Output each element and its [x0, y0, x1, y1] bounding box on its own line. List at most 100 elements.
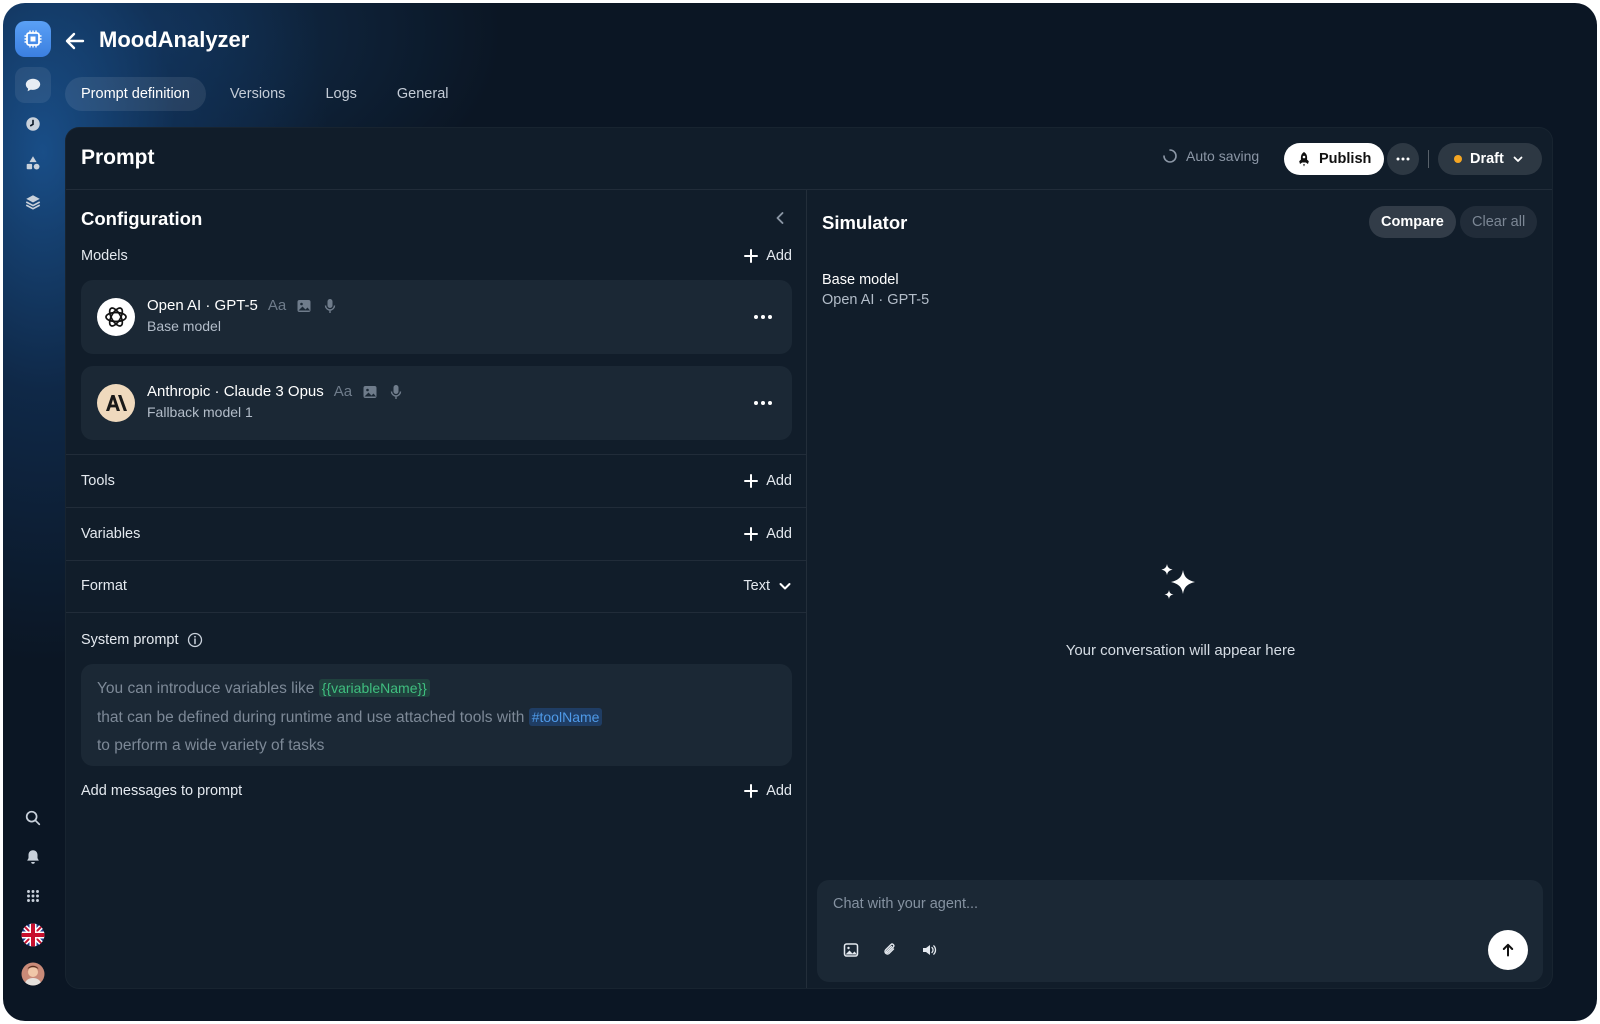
- add-message-button[interactable]: Add: [744, 783, 792, 799]
- image-upload-icon[interactable]: [841, 940, 861, 960]
- image-capability-icon: [363, 385, 377, 398]
- plus-icon: [744, 249, 759, 263]
- chat-input[interactable]: [833, 896, 1473, 912]
- model-card-openai[interactable]: Open AI · GPT-5 Aa Base model: [81, 280, 792, 354]
- openai-logo-icon: [97, 298, 135, 336]
- panel-title: Prompt: [81, 146, 155, 169]
- publish-button[interactable]: Publish: [1284, 143, 1385, 175]
- chevron-down-icon: [1513, 156, 1523, 162]
- prompt-text: that can be defined during runtime and u…: [97, 709, 525, 726]
- format-dropdown[interactable]: Text: [743, 578, 792, 594]
- model-card-anthropic[interactable]: Anthropic · Claude 3 Opus Aa Fallback mo…: [81, 366, 792, 440]
- more-options-button[interactable]: [1387, 143, 1419, 175]
- autosave-status: Auto saving: [1162, 148, 1259, 164]
- add-message-label: Add: [766, 783, 792, 799]
- simulator-section: Simulator Compare Clear all Base model O…: [807, 190, 1552, 988]
- section-divider: [66, 507, 806, 508]
- plus-icon: [744, 527, 759, 541]
- model-name: Open AI · GPT-5: [147, 297, 258, 314]
- system-prompt-header: System prompt: [81, 632, 203, 648]
- text-capability-icon: Aa: [267, 297, 287, 314]
- clock-icon[interactable]: [15, 106, 51, 142]
- tool-chip[interactable]: #toolName: [528, 708, 603, 726]
- model-name-row: Open AI · GPT-5 Aa: [147, 297, 338, 314]
- base-model-label: Base model: [822, 272, 899, 288]
- empty-state-text: Your conversation will appear here: [1065, 642, 1296, 659]
- tab-logs[interactable]: Logs: [309, 77, 372, 111]
- collapse-chevron-icon[interactable]: [770, 208, 790, 228]
- prompt-panel: Prompt Auto saving Publish Draft Configu…: [65, 127, 1553, 989]
- variable-chip[interactable]: {{variableName}}: [318, 679, 430, 697]
- send-button[interactable]: [1488, 930, 1528, 970]
- base-model-value: Open AI · GPT-5: [822, 292, 930, 308]
- section-divider: [66, 454, 806, 455]
- prompt-line: to perform a wide variety of tasks: [97, 737, 325, 754]
- left-rail: [3, 3, 63, 1021]
- prompt-line: that can be defined during runtime and u…: [97, 703, 776, 732]
- plus-icon: [744, 474, 759, 488]
- variables-label: Variables: [81, 526, 141, 542]
- add-tool-button[interactable]: Add: [744, 473, 792, 489]
- tools-label: Tools: [81, 473, 115, 489]
- model-options-icon[interactable]: [752, 308, 774, 326]
- tab-versions[interactable]: Versions: [214, 77, 302, 111]
- app-logo-icon[interactable]: [15, 21, 51, 57]
- tab-bar: Prompt definition Versions Logs General: [65, 77, 464, 111]
- status-dot: [1454, 155, 1462, 163]
- uk-flag-icon[interactable]: [15, 917, 51, 953]
- tab-prompt-definition[interactable]: Prompt definition: [65, 77, 206, 111]
- add-messages-label: Add messages to prompt: [81, 783, 243, 799]
- tab-general[interactable]: General: [381, 77, 465, 111]
- rocket-icon: [1299, 152, 1309, 167]
- anthropic-logo-icon: [97, 384, 135, 422]
- model-name-row: Anthropic · Claude 3 Opus Aa: [147, 383, 404, 400]
- speaker-icon[interactable]: [919, 940, 939, 960]
- chat-icon[interactable]: [15, 67, 51, 103]
- system-prompt-editor[interactable]: You can introduce variables like {{varia…: [81, 664, 792, 766]
- section-divider: [66, 612, 806, 613]
- add-variable-label: Add: [766, 526, 792, 542]
- search-icon[interactable]: [15, 800, 51, 836]
- mic-capability-icon: [325, 298, 336, 313]
- model-role: Fallback model 1: [147, 404, 253, 420]
- format-label: Format: [81, 578, 127, 594]
- header-separator: [1428, 150, 1429, 168]
- model-name: Anthropic · Claude 3 Opus: [147, 383, 324, 400]
- app-title: MoodAnalyzer: [99, 27, 250, 52]
- status-label: Draft: [1470, 151, 1504, 167]
- apps-grid-icon[interactable]: [15, 878, 51, 914]
- mic-capability-icon: [390, 384, 402, 399]
- sparkles-icon: [1161, 564, 1195, 599]
- image-capability-icon: [297, 299, 311, 312]
- chat-composer: [817, 880, 1543, 982]
- add-model-label: Add: [766, 248, 792, 264]
- panel-header: Prompt Auto saving Publish Draft: [66, 128, 1552, 190]
- publish-label: Publish: [1319, 151, 1372, 167]
- model-options-icon[interactable]: [752, 394, 774, 412]
- bell-icon[interactable]: [15, 839, 51, 875]
- prompt-line: You can introduce variables like {{varia…: [97, 674, 776, 703]
- layers-icon[interactable]: [15, 184, 51, 220]
- system-prompt-label: System prompt: [81, 632, 179, 648]
- ellipsis-icon: [1396, 157, 1410, 161]
- configuration-section: Configuration Models Add Open AI · GPT-5: [66, 190, 806, 988]
- models-label: Models: [81, 248, 128, 264]
- compare-button[interactable]: Compare: [1369, 206, 1456, 238]
- text-capability-icon: Aa: [333, 383, 353, 400]
- clear-all-button[interactable]: Clear all: [1460, 206, 1538, 238]
- add-tool-label: Add: [766, 473, 792, 489]
- info-icon[interactable]: [187, 632, 203, 648]
- attachment-icon[interactable]: [880, 940, 900, 960]
- back-arrow-icon[interactable]: [63, 29, 87, 53]
- shapes-icon[interactable]: [15, 145, 51, 181]
- simulator-title: Simulator: [822, 212, 908, 233]
- spinner-icon: [1163, 149, 1177, 163]
- plus-icon: [744, 784, 759, 798]
- configuration-title: Configuration: [81, 208, 203, 229]
- add-model-button[interactable]: Add: [744, 248, 792, 264]
- user-avatar[interactable]: [15, 956, 51, 992]
- format-value: Text: [743, 578, 770, 594]
- prompt-text: You can introduce variables like: [97, 680, 315, 697]
- status-dropdown[interactable]: Draft: [1438, 143, 1542, 175]
- add-variable-button[interactable]: Add: [744, 526, 792, 542]
